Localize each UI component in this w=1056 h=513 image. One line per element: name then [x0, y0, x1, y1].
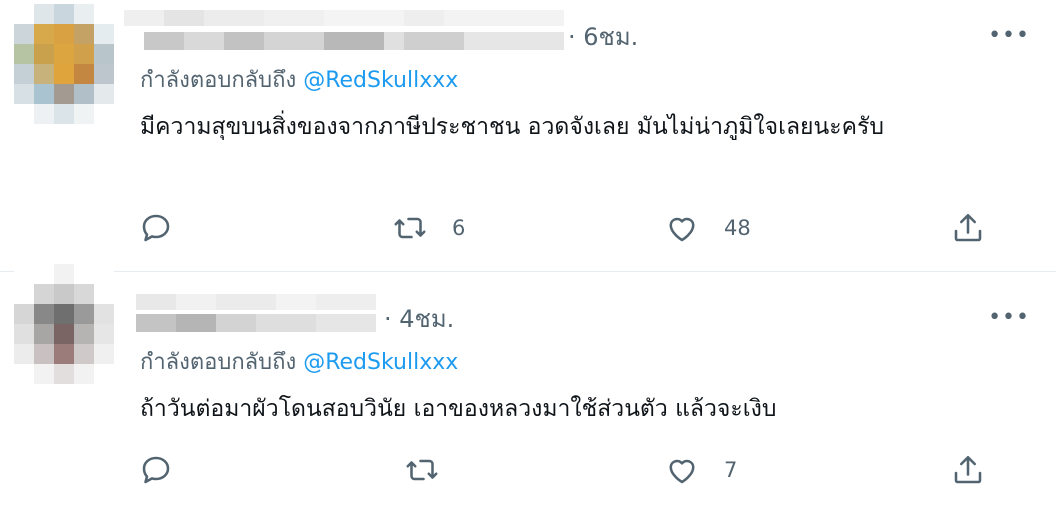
reply-icon — [142, 214, 170, 242]
retweet-count: 6 — [452, 216, 466, 240]
retweet-icon — [406, 459, 438, 481]
blurred-display-name[interactable] — [144, 32, 564, 50]
retweet-icon — [394, 217, 426, 239]
reply-button[interactable] — [138, 452, 198, 488]
more-options-icon[interactable]: ••• — [988, 307, 1030, 329]
avatar[interactable] — [14, 4, 114, 124]
replying-to-line: กำลังตอบกลับถึง @RedSkullxxx — [140, 66, 458, 96]
replying-to-label: กำลังตอบกลับถึง — [140, 350, 297, 375]
avatar[interactable] — [14, 264, 114, 384]
replying-to-handle[interactable]: @RedSkullxxx — [303, 350, 458, 375]
replying-to-label: กำลังตอบกลับถึง — [140, 68, 297, 93]
tweet-text: มีความสุขบนสิ่งของจากภาษีประชาชน อวดจังเ… — [140, 114, 884, 140]
more-options-icon[interactable]: ••• — [988, 25, 1030, 47]
tweet-timestamp[interactable]: · 6ชม. — [568, 22, 638, 52]
replying-to-handle[interactable]: @RedSkullxxx — [303, 68, 458, 93]
retweet-button[interactable]: 6 — [392, 210, 465, 246]
share-icon — [954, 455, 982, 484]
like-icon — [669, 459, 695, 484]
blurred-username[interactable] — [136, 294, 376, 310]
like-count: 7 — [724, 458, 738, 482]
share-button[interactable] — [950, 452, 986, 488]
reply-icon — [142, 456, 170, 484]
tweet-2[interactable]: · 4ชม. ••• กำลังตอบกลับถึง @RedSkullxxx … — [0, 264, 1056, 513]
like-icon — [669, 217, 695, 242]
replying-to-line: กำลังตอบกลับถึง @RedSkullxxx — [140, 348, 458, 378]
like-count: 48 — [724, 216, 751, 240]
like-button[interactable]: 48 — [664, 210, 751, 246]
reply-button[interactable] — [138, 210, 198, 246]
retweet-button[interactable] — [404, 452, 464, 488]
tweet-text: ถ้าวันต่อมาผัวโดนสอบวินัย เอาของหลวงมาใช… — [140, 396, 777, 422]
blurred-display-name[interactable] — [136, 314, 376, 332]
share-button[interactable] — [950, 210, 986, 246]
share-icon — [954, 213, 982, 242]
blurred-username[interactable] — [124, 10, 564, 26]
tweet-1[interactable]: · 6ชม. ••• กำลังตอบกลับถึง @RedSkullxxx … — [0, 0, 1056, 272]
tweet-timestamp[interactable]: · 4ชม. — [384, 304, 454, 334]
like-button[interactable]: 7 — [664, 452, 737, 488]
